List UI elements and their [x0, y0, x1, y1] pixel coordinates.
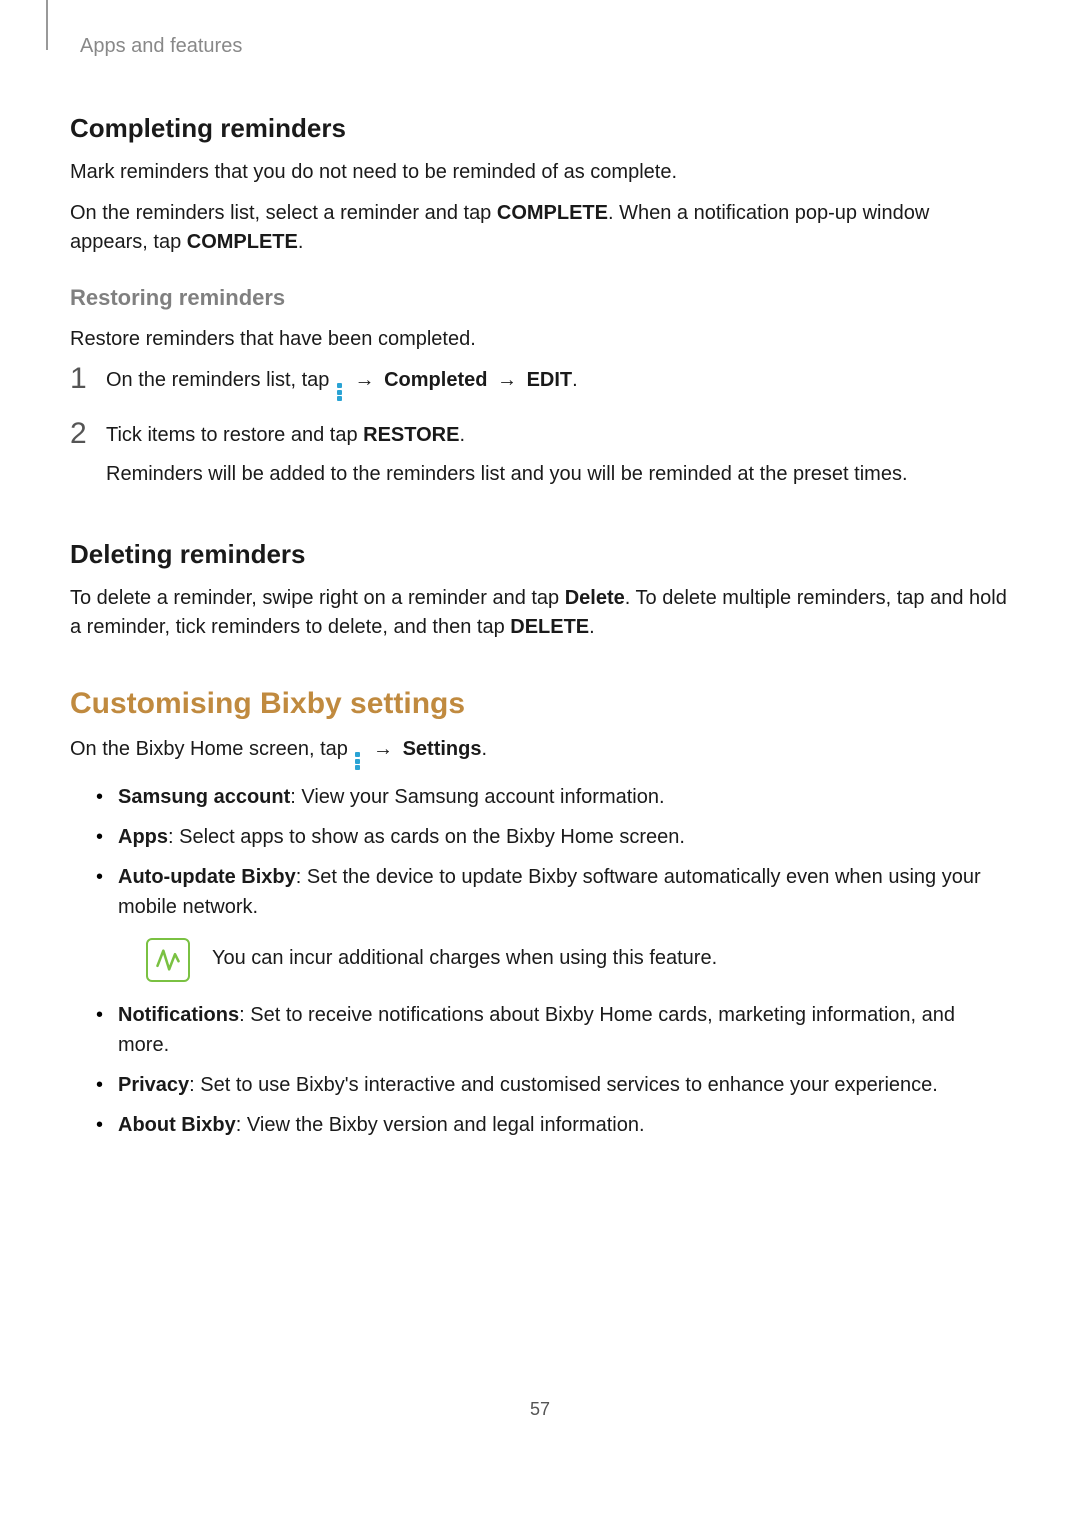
note-icon — [146, 938, 190, 982]
body-text: On the reminders list, select a reminder… — [70, 199, 1010, 257]
body-text: Mark reminders that you do not need to b… — [70, 158, 1010, 187]
note-box: You can incur additional charges when us… — [146, 938, 1010, 982]
list-item: Auto-update Bixby: Set the device to upd… — [90, 862, 1010, 982]
body-text: Restore reminders that have been complet… — [70, 325, 1010, 354]
list-item: Apps: Select apps to show as cards on th… — [90, 822, 1010, 852]
list-item: Samsung account: View your Samsung accou… — [90, 782, 1010, 812]
settings-list: Samsung account: View your Samsung accou… — [90, 782, 1010, 1140]
page-number: 57 — [0, 1399, 1080, 1420]
list-item: About Bixby: View the Bixby version and … — [90, 1110, 1010, 1140]
step-1: 1 On the reminders list, tap → Completed… — [70, 366, 1010, 401]
body-text: To delete a reminder, swipe right on a r… — [70, 584, 1010, 642]
step-body: On the reminders list, tap → Completed →… — [106, 366, 1010, 401]
list-item: Notifications: Set to receive notificati… — [90, 1000, 1010, 1060]
step-body: Tick items to restore and tap RESTORE. R… — [106, 421, 1010, 489]
more-options-icon — [337, 383, 343, 401]
step-number: 1 — [70, 364, 106, 394]
step-2: 2 Tick items to restore and tap RESTORE.… — [70, 421, 1010, 489]
step-number: 2 — [70, 419, 106, 449]
heading-deleting-reminders: Deleting reminders — [70, 539, 1010, 570]
list-item: Privacy: Set to use Bixby's interactive … — [90, 1070, 1010, 1100]
page-header: Apps and features — [80, 35, 1010, 58]
body-text: On the Bixby Home screen, tap → Settings… — [70, 735, 1010, 770]
page-tab-mark — [46, 0, 48, 50]
note-text: You can incur additional charges when us… — [212, 938, 717, 973]
more-options-icon — [355, 752, 361, 770]
sub-heading-restoring: Restoring reminders — [70, 285, 1010, 311]
heading-customising-bixby: Customising Bixby settings — [70, 687, 1010, 721]
heading-completing-reminders: Completing reminders — [70, 113, 1010, 144]
